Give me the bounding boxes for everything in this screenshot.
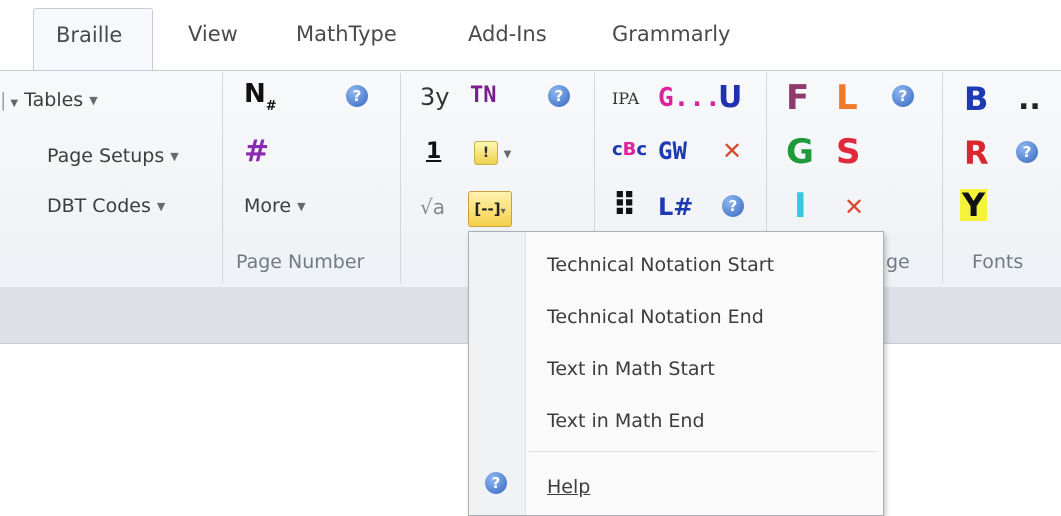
tab-add-ins[interactable]: Add-Ins (468, 22, 547, 46)
gw-icon[interactable]: GW (658, 139, 687, 163)
help-icon[interactable]: ? (548, 85, 570, 107)
help-icon[interactable]: ? (1016, 141, 1038, 163)
ipa-icon[interactable]: IPA (612, 91, 639, 107)
tab-grammarly[interactable]: Grammarly (612, 22, 730, 46)
dbt-codes-button[interactable]: DBT Codes ▼ (47, 195, 165, 217)
dbt-codes-label: DBT Codes (47, 195, 151, 217)
menu-item-text-in-math-start[interactable]: Text in Math Start (547, 358, 715, 380)
menu-item-technical-notation-start[interactable]: Technical Notation Start (547, 254, 774, 276)
more-label: More (244, 195, 292, 217)
tab-mathtype[interactable]: MathType (296, 22, 397, 46)
grade-icon[interactable]: G... (658, 85, 721, 111)
format-f-icon[interactable]: F (786, 81, 809, 115)
tables-button[interactable]: | ▼ Tables ▼ (0, 89, 98, 111)
page-number-n-icon[interactable]: N# (244, 81, 277, 113)
warning-dropdown-button[interactable]: ! ▼ (474, 141, 511, 165)
menu-item-technical-notation-end[interactable]: Technical Notation End (547, 306, 764, 328)
tab-braille-label: Braille (56, 23, 123, 47)
cbc-icon[interactable]: cBc (612, 141, 647, 159)
equation-icon[interactable]: 3y (420, 85, 449, 109)
bracket-dropdown-button[interactable]: [--]▾ (468, 191, 512, 227)
font-b-icon[interactable]: B (964, 83, 988, 115)
square-root-icon[interactable]: √a (420, 197, 445, 217)
ribbon-tab-strip: Braille View MathType Add-Ins Grammarly (0, 0, 1061, 72)
numeric-indicator-icon[interactable]: 1 (426, 141, 441, 163)
tables-label: Tables (24, 89, 84, 111)
technical-notation-icon[interactable]: TN (470, 85, 497, 107)
format-l-icon[interactable]: L (836, 81, 858, 115)
font-r-icon[interactable]: R (964, 137, 989, 169)
font-more-icon[interactable]: .. (1018, 85, 1041, 115)
group-label-page-number: Page Number (236, 251, 365, 273)
menu-item-help[interactable]: Help (547, 476, 590, 498)
tab-view[interactable]: View (188, 22, 238, 46)
format-i-icon[interactable]: I (794, 189, 807, 223)
help-icon[interactable]: ? (722, 195, 744, 217)
menu-separator (529, 451, 877, 452)
help-icon[interactable]: ? (892, 85, 914, 107)
lhash-icon[interactable]: L# (658, 195, 693, 219)
hash-page-icon[interactable]: # (244, 137, 269, 167)
page-setups-label: Page Setups (47, 145, 165, 167)
group-separator (400, 73, 401, 283)
format-g-icon[interactable]: G (786, 135, 814, 169)
braille-dots-icon[interactable]: ⠿ (612, 189, 637, 221)
uncontracted-icon[interactable]: U (718, 83, 742, 113)
group-label-fonts: Fonts (972, 251, 1024, 273)
menu-item-text-in-math-end[interactable]: Text in Math End (547, 410, 705, 432)
bracket-dropdown-menu: Technical Notation Start Technical Notat… (468, 231, 884, 516)
more-button[interactable]: More ▼ (244, 195, 306, 217)
format-s-icon[interactable]: S (836, 135, 861, 169)
help-icon: ? (485, 472, 507, 494)
font-y-icon[interactable]: Y (960, 189, 988, 221)
group-separator (942, 73, 943, 283)
page-setups-button[interactable]: Page Setups ▼ (47, 145, 179, 167)
close-icon[interactable]: ✕ (722, 139, 742, 163)
group-label-partial: ge (886, 251, 910, 273)
group-separator (222, 73, 223, 283)
tab-braille[interactable]: Braille (33, 8, 153, 72)
help-icon[interactable]: ? (346, 85, 368, 107)
close-icon[interactable]: ✕ (844, 195, 864, 219)
